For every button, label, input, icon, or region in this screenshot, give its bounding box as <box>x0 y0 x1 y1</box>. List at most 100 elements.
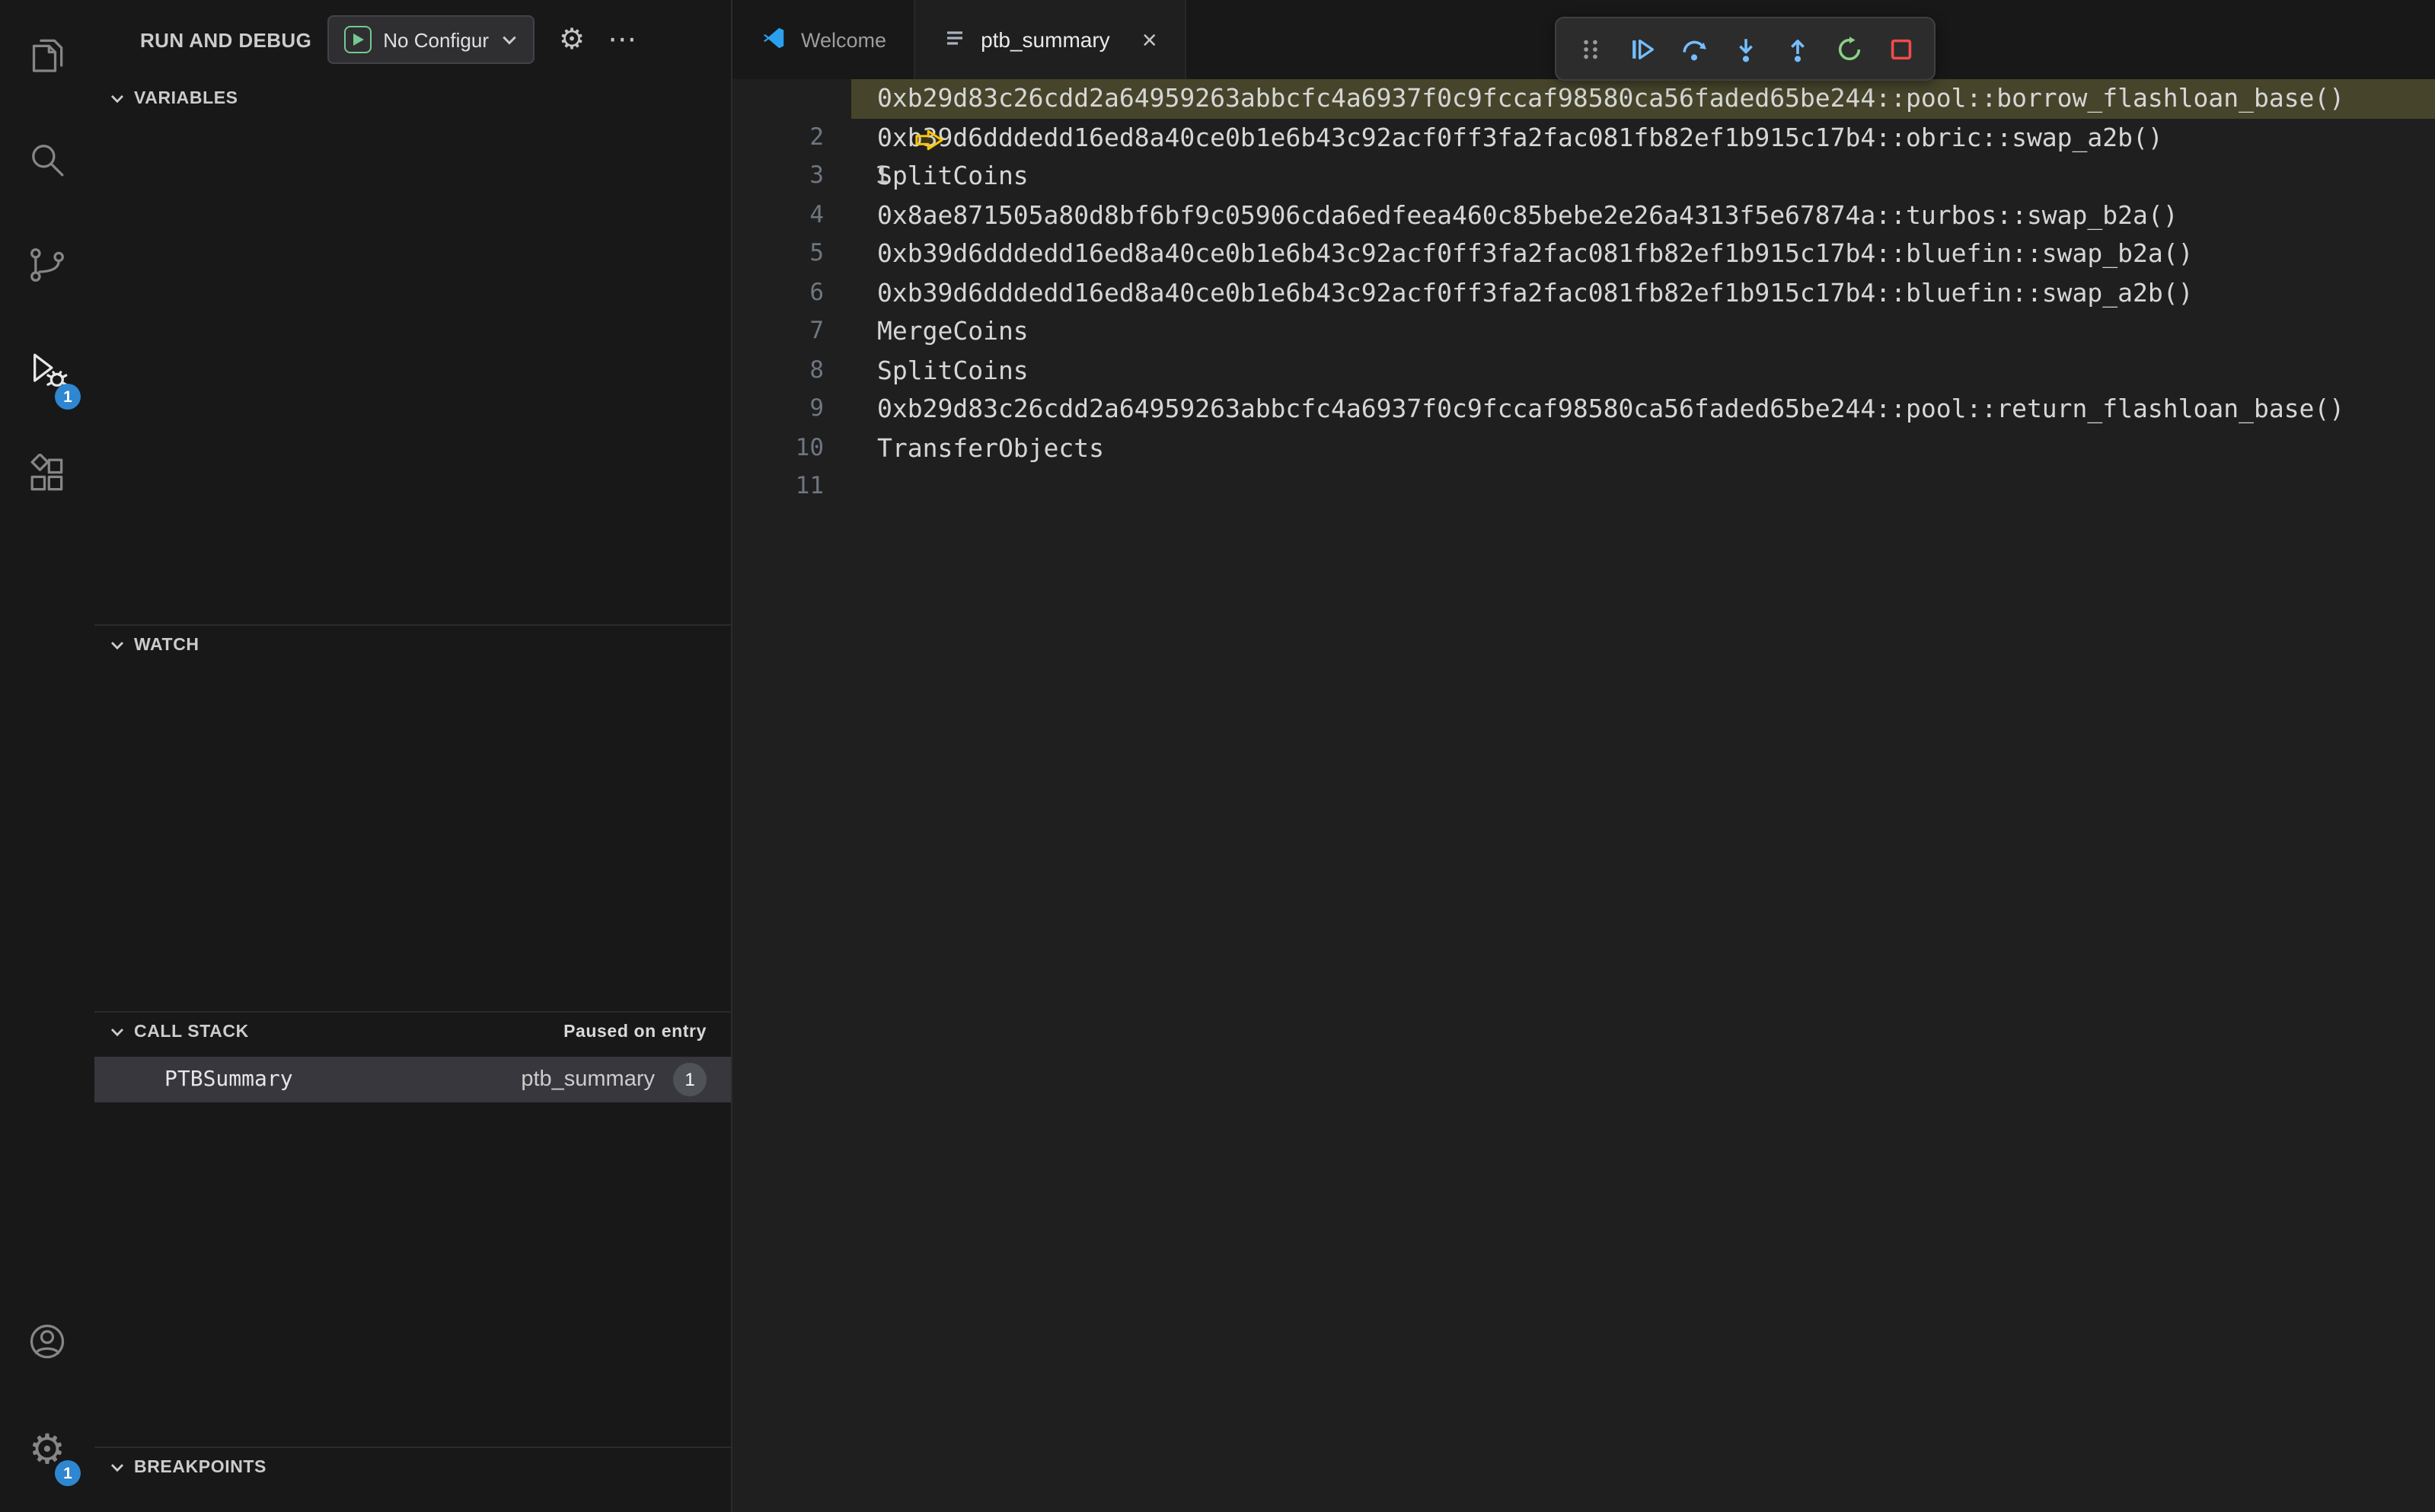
sidebar-item-source-control[interactable] <box>0 216 94 321</box>
search-icon <box>26 139 69 189</box>
more-actions-icon[interactable]: ⋯ <box>608 23 637 56</box>
line-number: 3 <box>809 161 824 189</box>
toolbar-drag-handle[interactable] <box>1569 27 1611 70</box>
tab-label: Welcome <box>801 28 887 51</box>
step-over-button[interactable] <box>1672 27 1715 70</box>
start-debug-icon <box>343 26 372 53</box>
explorer-icon <box>26 33 69 84</box>
chevron-down-icon <box>501 31 518 48</box>
debug-settings-gear-icon[interactable]: ⚙ <box>559 24 585 54</box>
code-text[interactable]: 0x8ae871505a80d8bf6bf9c05906cda6edfeea46… <box>851 196 2435 234</box>
line-number: 6 <box>809 278 824 305</box>
activity-bar-bottom: ⚙ 1 <box>0 1293 94 1512</box>
gutter[interactable]: 8 <box>732 351 851 390</box>
code-text[interactable]: SplitCoins <box>851 157 2435 196</box>
gutter[interactable]: 6 <box>732 273 851 312</box>
code-line: 3 SplitCoins <box>732 157 2435 196</box>
breakpoints-label: BREAKPOINTS <box>134 1459 267 1477</box>
code-line: 10 TransferObjects <box>732 429 2435 467</box>
gutter[interactable]: 1 <box>732 79 943 189</box>
breakpoints-header[interactable]: BREAKPOINTS <box>94 1448 731 1488</box>
vscode-window: 1 ⚙ 1 RUN AND DEBUG No Configur ⚙ ⋯ VARI… <box>0 0 2435 1512</box>
stop-button[interactable] <box>1879 27 1922 70</box>
code-text[interactable]: MergeCoins <box>851 312 2435 351</box>
debug-toolbar <box>1555 17 1936 81</box>
call-stack-label: CALL STACK <box>134 1023 249 1041</box>
code-line: 4 0x8ae871505a80d8bf6bf9c05906cda6edfeea… <box>732 196 2435 234</box>
tab-ptb-summary[interactable]: ptb_summary × <box>915 0 1186 79</box>
chevron-down-icon <box>110 91 125 107</box>
code-text[interactable]: TransferObjects <box>851 429 2435 467</box>
code-line: 11 <box>732 467 2435 506</box>
close-icon[interactable]: × <box>1142 27 1157 53</box>
gutter[interactable]: 2 <box>732 118 851 157</box>
step-out-button[interactable] <box>1776 27 1818 70</box>
sidebar-item-extensions[interactable] <box>0 426 94 531</box>
gutter[interactable]: 5 <box>732 234 851 273</box>
line-number: 5 <box>809 239 824 266</box>
editor-group: Welcome ptb_summary × 1 0xb29d83c26cdd2a… <box>732 0 2435 1512</box>
drag-dots-icon <box>1583 39 1597 59</box>
sidebar-item-search[interactable] <box>0 111 94 216</box>
account-icon <box>26 1320 69 1370</box>
code-text[interactable] <box>851 467 2435 506</box>
stop-icon <box>1890 38 1911 59</box>
call-stack-section: CALL STACK Paused on entry PTBSummary pt… <box>94 1011 731 1447</box>
vscode-logo-icon <box>760 24 787 56</box>
settings-button[interactable]: ⚙ 1 <box>0 1398 94 1503</box>
line-number: 4 <box>809 200 824 228</box>
gutter[interactable]: 7 <box>732 312 851 351</box>
variables-section: VARIABLES <box>94 79 731 624</box>
accounts-button[interactable] <box>0 1293 94 1398</box>
code-text[interactable]: 0xb39d6dddedd16ed8a40ce0b1e6b43c92acf0ff… <box>851 234 2435 273</box>
sidebar-item-run-and-debug[interactable]: 1 <box>0 321 94 426</box>
gutter[interactable]: 11 <box>732 467 851 506</box>
config-dropdown-label: No Configur <box>383 28 489 51</box>
code-text[interactable]: SplitCoins <box>851 351 2435 390</box>
variables-header[interactable]: VARIABLES <box>94 79 731 119</box>
watch-label: WATCH <box>134 636 199 655</box>
code-text[interactable]: 0xb29d83c26cdd2a64959263abbcfc4a6937f0c9… <box>851 79 2435 118</box>
code-text[interactable]: 0xb39d6dddedd16ed8a40ce0b1e6b43c92acf0ff… <box>851 273 2435 312</box>
sidebar-header: RUN AND DEBUG No Configur ⚙ ⋯ <box>94 0 731 79</box>
gutter[interactable]: 3 <box>732 157 851 196</box>
watch-header[interactable]: WATCH <box>94 626 731 665</box>
tab-welcome[interactable]: Welcome <box>732 0 916 79</box>
tab-label: ptb_summary <box>981 27 1110 52</box>
call-stack-thread-row[interactable]: PTBSummary ptb_summary 1 <box>94 1057 731 1102</box>
code-line: 6 0xb39d6dddedd16ed8a40ce0b1e6b43c92acf0… <box>732 273 2435 312</box>
activity-bar: 1 ⚙ 1 <box>0 0 94 1512</box>
call-stack-header[interactable]: CALL STACK Paused on entry <box>94 1013 731 1052</box>
step-into-button[interactable] <box>1724 27 1766 70</box>
code-text[interactable]: 0xb29d83c26cdd2a64959263abbcfc4a6937f0c9… <box>851 390 2435 429</box>
code-line: 2 0xb39d6dddedd16ed8a40ce0b1e6b43c92acf0… <box>732 118 2435 157</box>
line-number: 10 <box>795 433 824 461</box>
thread-file: ptb_summary <box>521 1067 655 1092</box>
restart-icon <box>1837 36 1860 60</box>
chevron-down-icon <box>110 1025 125 1040</box>
extensions-icon <box>26 453 69 504</box>
debug-config-dropdown[interactable]: No Configur <box>327 15 535 64</box>
gutter[interactable]: 10 <box>732 429 851 467</box>
gutter[interactable]: 4 <box>732 196 851 234</box>
code-line: 8 SplitCoins <box>732 351 2435 390</box>
sidebar-item-explorer[interactable] <box>0 6 94 111</box>
settings-badge: 1 <box>55 1460 81 1486</box>
step-over-icon <box>1682 40 1706 60</box>
watch-section: WATCH <box>94 624 731 1011</box>
gutter[interactable]: 9 <box>732 390 851 429</box>
run-and-debug-sidebar: RUN AND DEBUG No Configur ⚙ ⋯ VARIABLES <box>94 0 732 1512</box>
source-control-icon <box>26 244 69 294</box>
line-number: 7 <box>809 317 824 344</box>
code-text[interactable]: 0xb39d6dddedd16ed8a40ce0b1e6b43c92acf0ff… <box>851 118 2435 157</box>
restart-button[interactable] <box>1827 27 1870 70</box>
line-number: 11 <box>795 472 824 499</box>
variables-label: VARIABLES <box>134 90 238 108</box>
step-into-icon <box>1738 38 1752 62</box>
code-line: 5 0xb39d6dddedd16ed8a40ce0b1e6b43c92acf0… <box>732 234 2435 273</box>
code-editor[interactable]: 1 0xb29d83c26cdd2a64959263abbcfc4a6937f0… <box>732 79 2435 1512</box>
code-line: 1 0xb29d83c26cdd2a64959263abbcfc4a6937f0… <box>732 79 2435 189</box>
code-line: 7 MergeCoins <box>732 312 2435 351</box>
chevron-down-icon <box>110 1460 125 1475</box>
continue-button[interactable] <box>1620 27 1663 70</box>
